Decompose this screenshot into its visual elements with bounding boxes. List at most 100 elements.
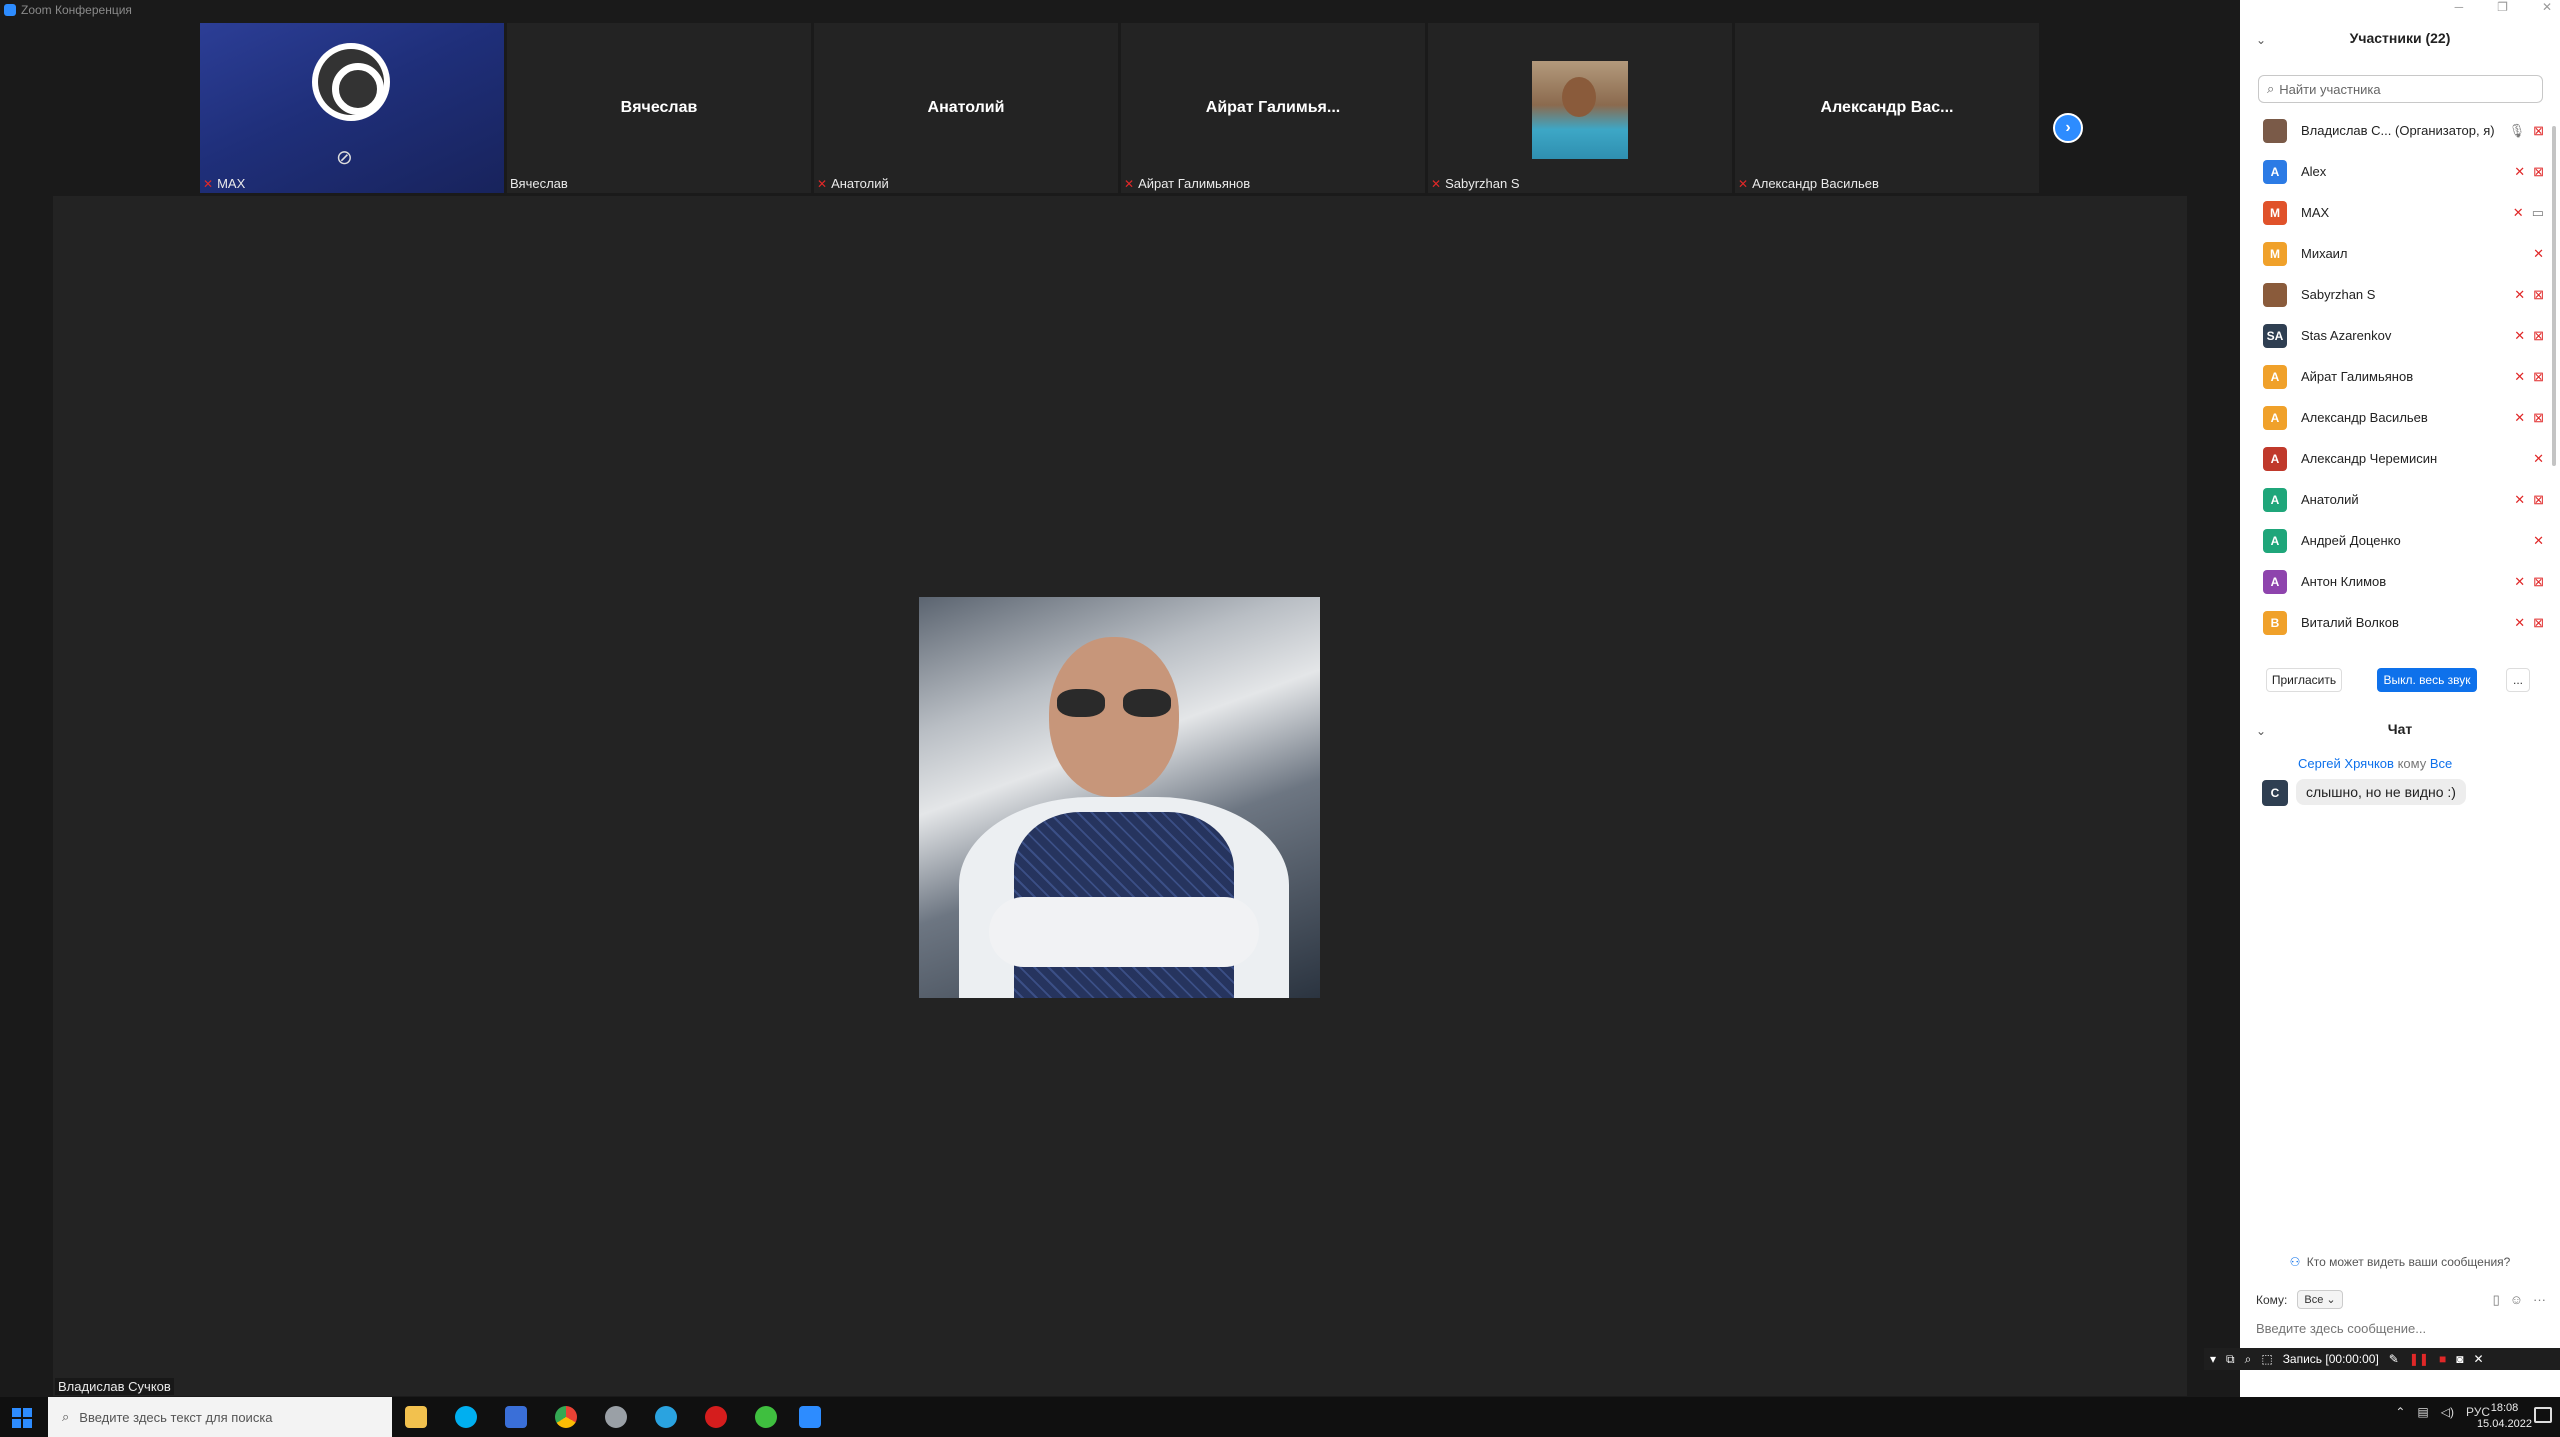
next-page-button[interactable]: › [2053, 113, 2083, 143]
search-icon: ⌕ [2267, 81, 2275, 96]
chevron-down-icon[interactable]: ▾ [2210, 1352, 2216, 1366]
participant-status: ✕ [2533, 451, 2544, 467]
participant-row[interactable]: A Alex ✕ ⊠ [2240, 151, 2552, 192]
video-tile-max[interactable]: ⊘ ✕ MAX [200, 23, 504, 193]
chevron-up-icon[interactable]: ⌃ [2395, 1405, 2405, 1419]
participant-row[interactable]: A Александр Черемисин ✕ [2240, 438, 2552, 479]
participant-row[interactable]: A Андрей Доценко ✕ [2240, 520, 2552, 561]
participant-status: ✕ [2533, 246, 2544, 262]
chrome-icon[interactable] [555, 1406, 577, 1428]
system-tray: ⌃ ▤ ◁) РУС [2395, 1405, 2490, 1419]
app-icon[interactable] [605, 1406, 627, 1428]
region-select-icon[interactable]: ⬚ [2261, 1352, 2272, 1366]
close-icon[interactable]: ✕ [2473, 1352, 2483, 1366]
video-tile-name: Вячеслав [620, 99, 698, 116]
windows-start-icon[interactable] [12, 1408, 32, 1428]
participant-status: ✕ ⊠ [2514, 328, 2544, 344]
video-tile-anatoliy[interactable]: Анатолий ✕ Анатолий [814, 23, 1118, 193]
taskbar-search[interactable]: ⌕ Введите здесь текст для поиска [48, 1397, 392, 1437]
camera-off-icon: ⊠ [2533, 122, 2544, 138]
participant-row[interactable]: SA Stas Azarenkov ✕ ⊠ [2240, 315, 2552, 356]
participant-row[interactable]: Sabyrzhan S ✕ ⊠ [2240, 274, 2552, 315]
mic-muted-icon: ✕ [2514, 491, 2526, 507]
mic-muted-icon: ✕ [2533, 450, 2544, 466]
zoom-in-icon[interactable]: ⌕ [2245, 1352, 2252, 1367]
file-explorer-icon[interactable] [405, 1406, 427, 1428]
who-can-see-link[interactable]: ⚇ Кто может видеть ваши сообщения? [2240, 1255, 2560, 1269]
pause-icon[interactable]: ❚❚ [2409, 1352, 2429, 1366]
telegram-icon[interactable] [655, 1406, 677, 1428]
participants-title: Участники (22) [2349, 30, 2451, 46]
gear-icon[interactable] [755, 1406, 777, 1428]
network-icon[interactable]: ▤ [2417, 1405, 2428, 1419]
mic-muted-icon: ✕ [2514, 614, 2526, 630]
participant-row[interactable]: A Анатолий ✕ ⊠ [2240, 479, 2552, 520]
avatar: B [2263, 610, 2287, 635]
more-icon[interactable]: ··· [2533, 1292, 2546, 1308]
participant-row[interactable] [2240, 643, 2552, 652]
file-icon[interactable]: ▯ [2493, 1292, 2500, 1308]
notification-icon[interactable] [2534, 1407, 2552, 1423]
video-tile-label: ✕ Айрат Галимьянов [1124, 176, 1251, 191]
chevron-down-icon: ⌄ [2326, 1294, 2336, 1306]
skype-icon[interactable] [455, 1406, 477, 1428]
mic-muted-icon: ✕ [1738, 176, 1749, 191]
participant-row[interactable]: A Айрат Галимьянов ✕ ⊠ [2240, 356, 2552, 397]
participant-name: Анатолий [2301, 492, 2359, 507]
volume-icon[interactable]: ◁) [2441, 1405, 2454, 1419]
minimize-icon[interactable]: ─ [2455, 0, 2464, 14]
chat-sender[interactable]: Сергей Хрячков [2298, 756, 2394, 771]
mute-all-button[interactable]: Выкл. весь звук [2377, 668, 2477, 692]
participant-actions: Пригласить Выкл. весь звук ... [2240, 668, 2560, 698]
avatar: С [2262, 780, 2288, 806]
pen-icon[interactable]: ✎ [2389, 1352, 2399, 1366]
close-icon[interactable]: ✕ [2542, 0, 2552, 14]
participant-row[interactable]: B Виталий Волков ✕ ⊠ [2240, 602, 2552, 643]
restore-icon[interactable]: ❐ [2497, 0, 2508, 14]
chat-message-input[interactable] [2256, 1318, 2546, 1338]
mic-muted-icon: ✕ [2533, 245, 2544, 261]
emoji-icon[interactable]: ☺ [2510, 1292, 2523, 1308]
chevron-right-icon: › [2065, 119, 2071, 136]
camera-icon[interactable]: ◙ [2456, 1352, 2463, 1366]
participant-search-input[interactable]: ⌕ Найти участника [2258, 75, 2543, 103]
participant-row[interactable]: A Антон Климов ✕ ⊠ [2240, 561, 2552, 602]
mic-muted-icon: ✕ [2514, 409, 2526, 425]
video-tile-vyacheslav[interactable]: Вячеслав Вячеслав [507, 23, 811, 193]
participant-row[interactable]: M Михаил ✕ [2240, 233, 2552, 274]
participant-name: Александр Васильев [2301, 410, 2428, 425]
avatar [2263, 651, 2287, 652]
clock[interactable]: 18:08 15.04.2022 [2477, 1400, 2532, 1432]
participant-list-scrollbar[interactable] [2552, 126, 2556, 466]
people-icon: ⚇ [2289, 1255, 2301, 1269]
video-tile-sabyrzhan[interactable]: ✕ Sabyrzhan S [1428, 23, 1732, 193]
participant-row[interactable]: Владислав С... (Организатор, я) 🎙 ⊠ [2240, 110, 2552, 151]
calculator-icon[interactable] [505, 1406, 527, 1428]
video-tile-name: Анатолий [927, 99, 1005, 116]
mic-muted-icon: ✕ [2512, 204, 2524, 220]
participant-status: ✕ ▭ [2513, 205, 2544, 221]
camera-off-icon: ⊠ [2533, 491, 2544, 507]
chat-recipient[interactable]: Все [2430, 756, 2452, 771]
stop-icon[interactable]: ■ [2439, 1352, 2446, 1366]
participant-list[interactable]: Владислав С... (Организатор, я) 🎙 ⊠ A Ale… [2240, 110, 2552, 652]
chat-message-text: слышно, но не видно :) [2296, 779, 2466, 805]
recorder-icon[interactable] [705, 1406, 727, 1428]
participant-row[interactable]: M MAX ✕ ▭ [2240, 192, 2552, 233]
mic-muted-icon: ✕ [203, 176, 214, 191]
video-tile-airat[interactable]: Айрат Галимья... ✕ Айрат Галимьянов [1121, 23, 1425, 193]
participant-row[interactable]: A Александр Васильев ✕ ⊠ [2240, 397, 2552, 438]
invite-button[interactable]: Пригласить [2266, 668, 2342, 692]
video-tile-name: Александр Вас... [1820, 99, 1954, 116]
avatar: M [2263, 200, 2287, 225]
video-tile-aleksandr[interactable]: Александр Вас... ✕ Александр Васильев [1735, 23, 2039, 193]
mic-muted-icon: ✕ [1124, 176, 1135, 191]
more-options-button[interactable]: ... [2506, 668, 2530, 692]
participant-status: ✕ ⊠ [2514, 492, 2544, 508]
window-title: Zoom Конференция [21, 3, 132, 17]
recipient-select[interactable]: Все ⌄ [2297, 1290, 2343, 1309]
zoom-app-icon[interactable] [799, 1406, 821, 1428]
mic-muted-icon: ✕ [817, 176, 828, 191]
fullscreen-icon[interactable]: ⧉ [2226, 1352, 2235, 1367]
camera-off-icon: ⊠ [2533, 286, 2544, 302]
